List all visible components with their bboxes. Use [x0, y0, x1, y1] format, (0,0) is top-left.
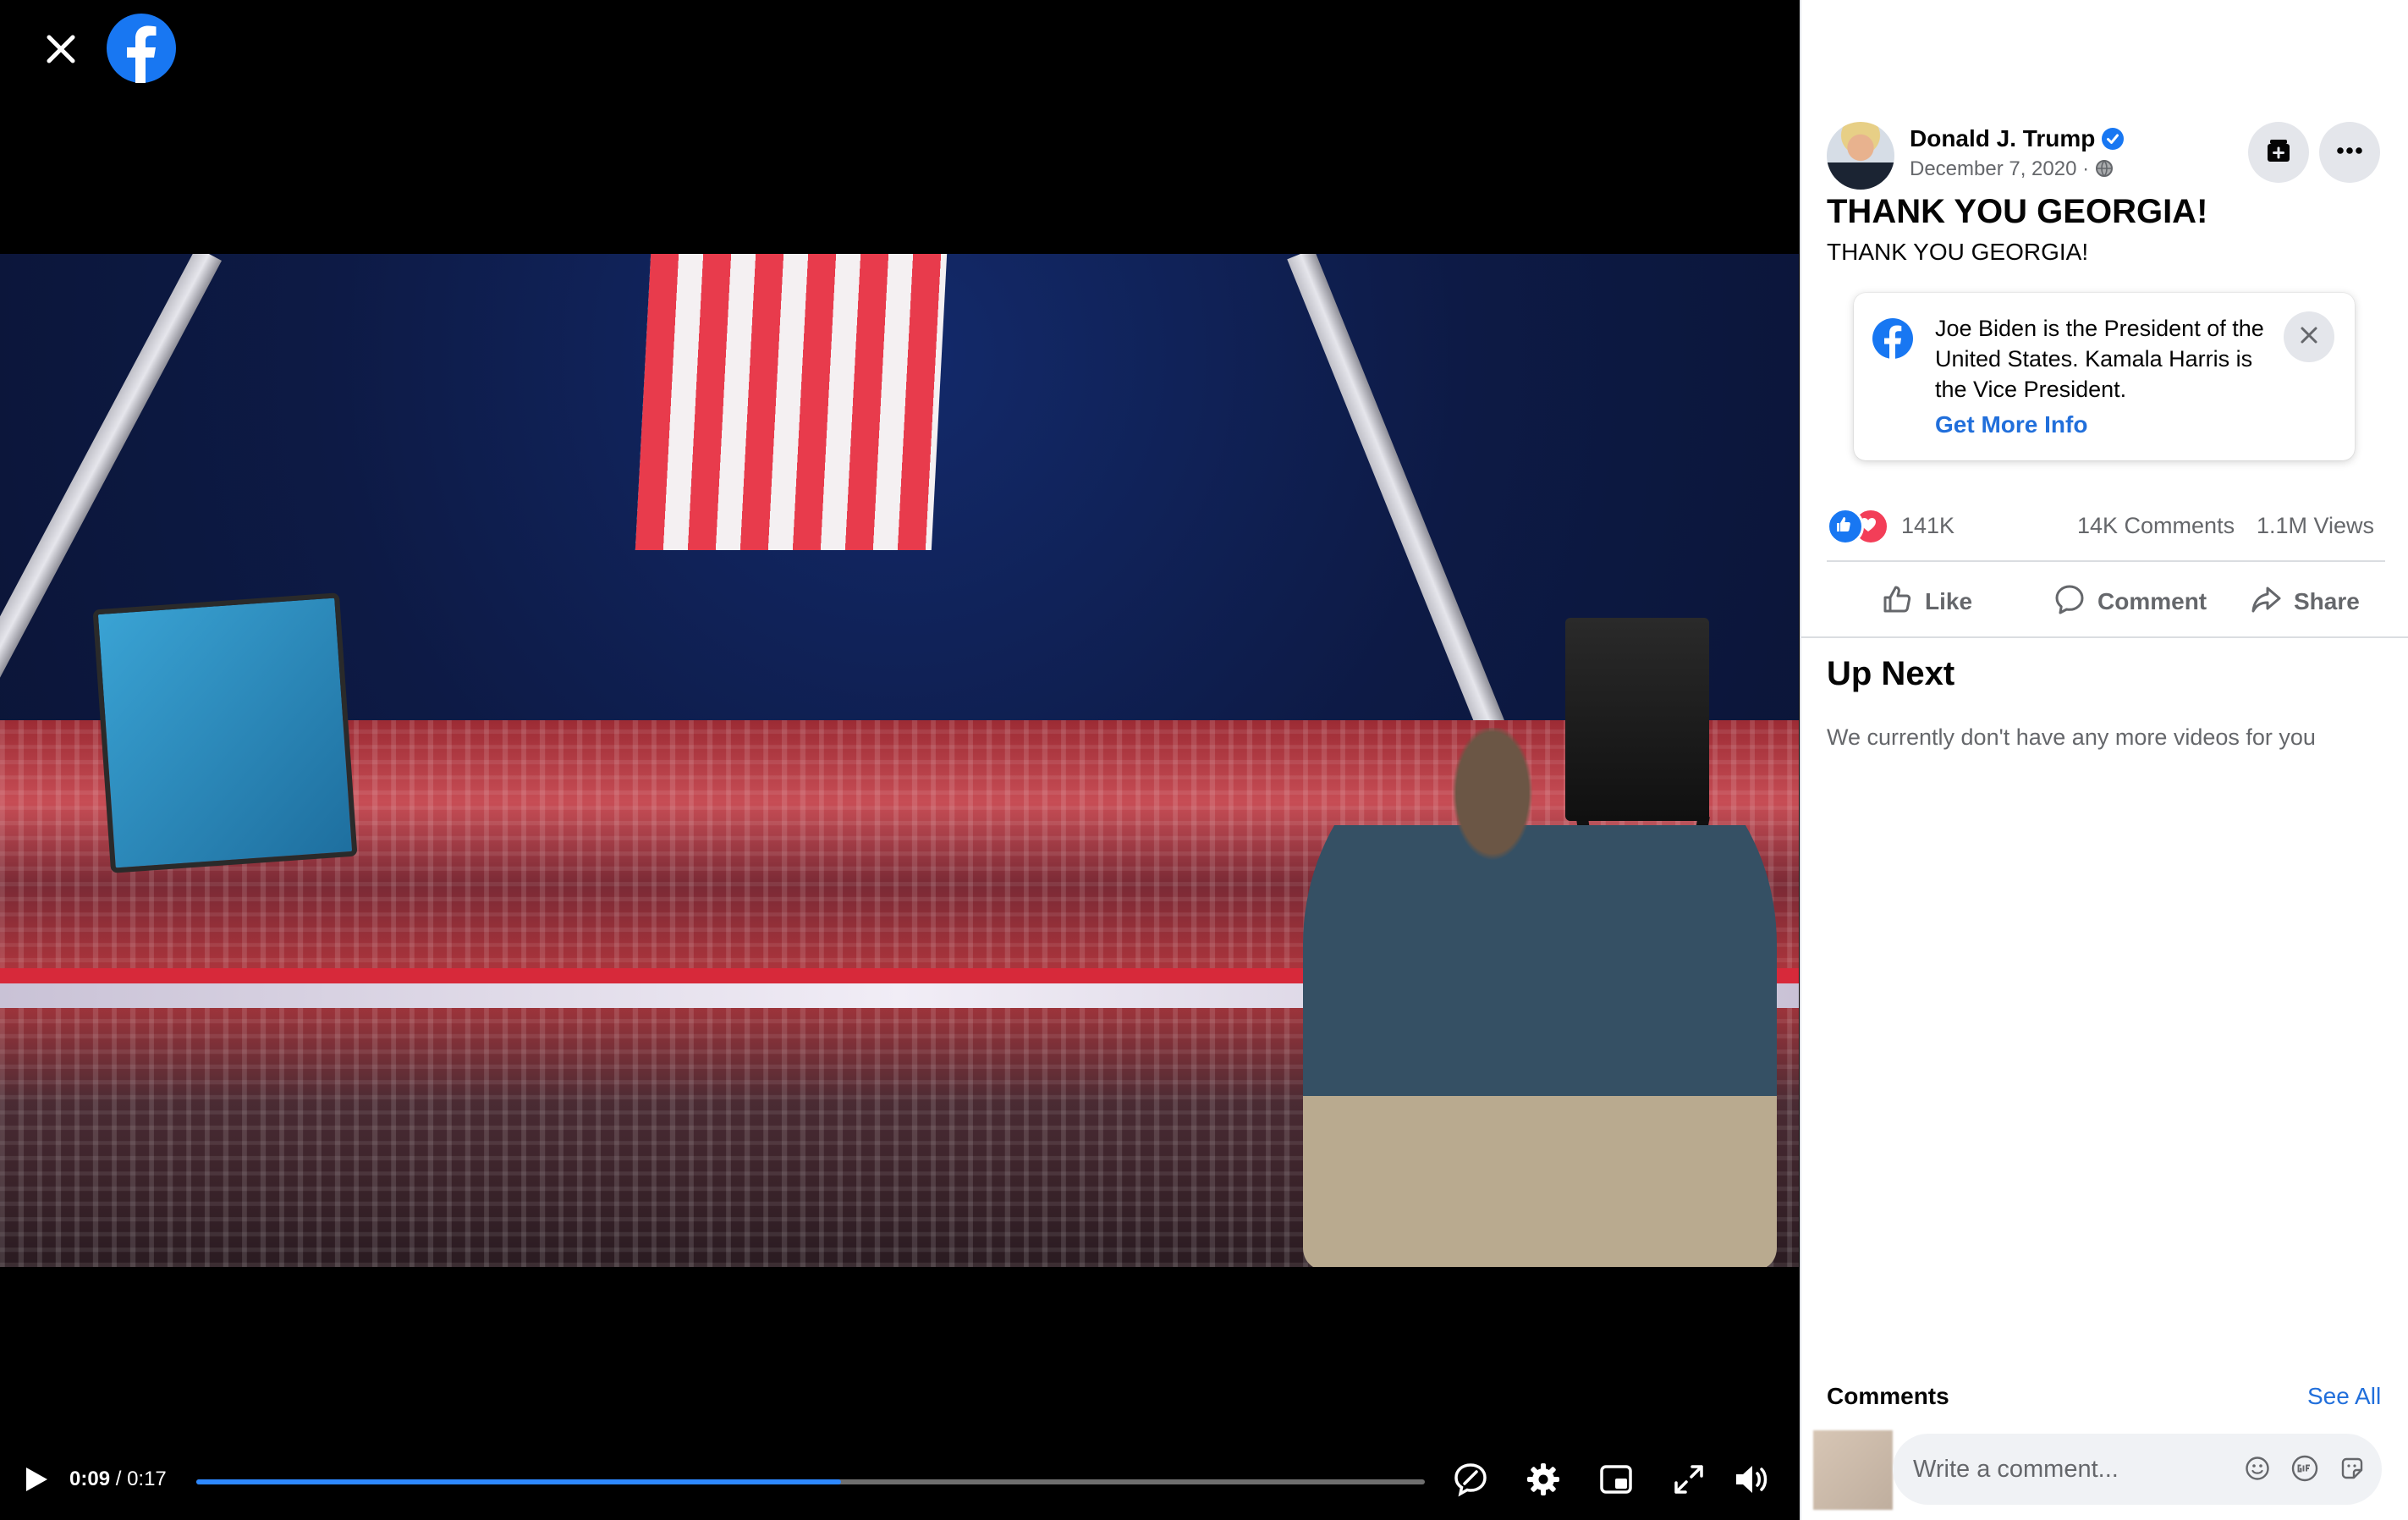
info-card-close-button[interactable] — [2284, 311, 2334, 362]
gear-icon[interactable] — [1521, 1457, 1565, 1501]
post-sidebar: Donald J. Trump December 7, 2020 · THANK… — [1800, 0, 2408, 1520]
up-next-empty-message: We currently don't have any more videos … — [1827, 724, 2316, 750]
like-icon — [1881, 583, 1925, 621]
commenter-avatar — [1813, 1430, 1893, 1510]
author-avatar[interactable] — [1827, 122, 1894, 190]
facebook-logo-icon — [1872, 318, 1913, 363]
comment-placeholder: Write a comment... — [1913, 1456, 2119, 1483]
more-options-button[interactable] — [2319, 122, 2380, 183]
current-time: 0:09 — [69, 1468, 111, 1490]
progress-fill — [196, 1479, 842, 1484]
video-viewer: 0:09 / 0:17 — [0, 0, 1799, 1520]
time-separator: / — [110, 1468, 128, 1490]
comment-button[interactable]: Comment — [2053, 579, 2207, 625]
divider — [1801, 636, 2408, 638]
see-all-link[interactable]: See All — [2307, 1383, 2381, 1410]
globe-icon — [2095, 157, 2114, 180]
play-icon[interactable] — [14, 1457, 58, 1501]
stage-light — [92, 592, 358, 873]
hanging-flag — [635, 254, 948, 550]
like-label: Like — [1925, 588, 1973, 614]
comment-input[interactable]: Write a comment... — [1893, 1434, 2382, 1505]
video-camera — [1565, 618, 1709, 821]
like-reaction-icon — [1827, 508, 1864, 545]
author-name-text: Donald J. Trump — [1910, 125, 2096, 151]
share-icon — [2250, 583, 2294, 621]
emoji-icon[interactable] — [2241, 1452, 2273, 1484]
comment-label: Comment — [2097, 588, 2207, 614]
close-icon[interactable] — [37, 25, 85, 73]
miniplayer-icon[interactable] — [1594, 1457, 1638, 1501]
divider — [1827, 560, 2385, 562]
author-name[interactable]: Donald J. Trump — [1910, 125, 2125, 152]
reaction-count[interactable]: 141K — [1901, 513, 1954, 539]
save-button[interactable] — [2248, 122, 2309, 183]
player-controls: 0:09 / 0:17 — [0, 1457, 1799, 1508]
view-count: 1.1M Views — [2257, 513, 2375, 538]
progress-bar[interactable] — [196, 1479, 1425, 1484]
close-icon — [2297, 323, 2321, 351]
share-button[interactable]: Share — [2250, 579, 2360, 625]
info-card-text: Joe Biden is the President of the United… — [1935, 316, 2264, 402]
save-icon — [2264, 136, 2293, 169]
comments-heading: Comments — [1827, 1383, 1949, 1409]
captions-icon[interactable] — [1449, 1457, 1493, 1501]
duration: 0:17 — [127, 1468, 167, 1490]
gif-icon[interactable] — [2289, 1452, 2321, 1484]
volume-icon[interactable] — [1729, 1457, 1773, 1501]
fullscreen-icon[interactable] — [1667, 1457, 1711, 1501]
video-frame[interactable] — [0, 254, 1799, 1267]
post-title: THANK YOU GEORGIA! — [1827, 193, 2208, 230]
up-next-heading: Up Next — [1827, 655, 1955, 692]
like-button[interactable]: Like — [1881, 579, 1972, 625]
post-date[interactable]: December 7, 2020 · — [1910, 157, 2114, 181]
more-icon — [2335, 136, 2364, 169]
post-date-text: December 7, 2020 · — [1910, 157, 2095, 180]
sticker-icon[interactable] — [2336, 1452, 2368, 1484]
facebook-logo-icon[interactable] — [107, 14, 176, 83]
get-more-info-link[interactable]: Get More Info — [1935, 411, 2087, 438]
verified-badge-icon — [2102, 128, 2125, 150]
post-text: THANK YOU GEORGIA! — [1827, 239, 2089, 265]
share-label: Share — [2294, 588, 2360, 614]
time-display: 0:09 / 0:17 — [69, 1468, 167, 1491]
election-info-card: Joe Biden is the President of the United… — [1854, 293, 2355, 460]
comment-icon — [2053, 583, 2097, 621]
comment-count[interactable]: 14K Comments — [2077, 513, 2235, 539]
post-stats: 141K 14K Comments 1.1M Views — [1827, 508, 2385, 545]
